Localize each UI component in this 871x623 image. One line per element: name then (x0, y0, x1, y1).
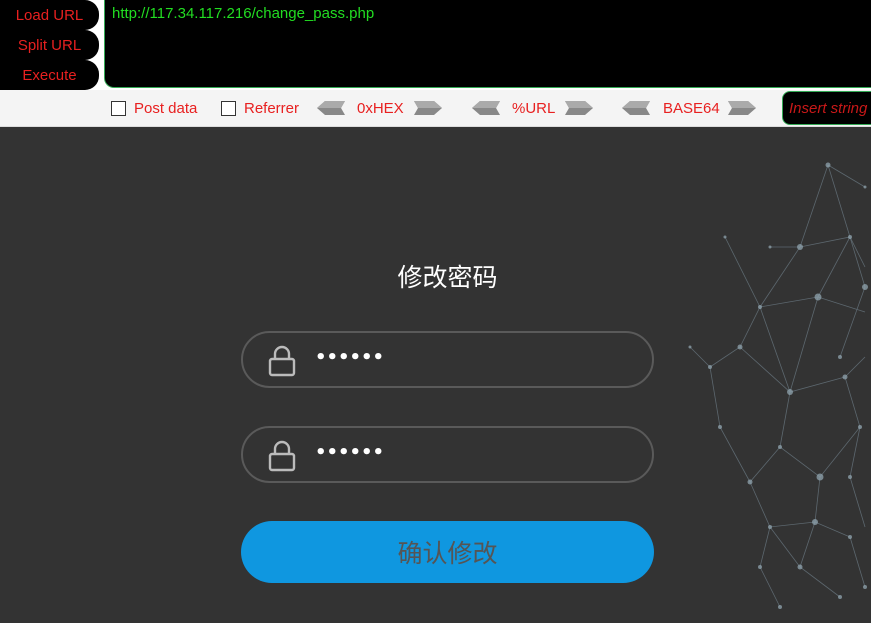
checkbox-box[interactable] (111, 101, 126, 116)
post-data-checkbox[interactable]: Post data (111, 90, 197, 127)
base64-decode-arrow-icon[interactable] (622, 101, 650, 115)
url-textarea[interactable]: http://117.34.117.216/change_pass.php (104, 0, 871, 88)
insert-string-field[interactable]: Insert string (782, 91, 871, 125)
checkbox-box[interactable] (221, 101, 236, 116)
hackbar-toolbar: Post data Referrer 0xHEX %URL BASE64 Ins… (0, 90, 871, 127)
base64-encode-arrow-icon[interactable] (728, 101, 756, 115)
url-encode-label: %URL (512, 100, 556, 117)
hex-label: 0xHEX (357, 100, 404, 117)
hex-encode-arrow-icon[interactable] (414, 101, 442, 115)
split-url-button[interactable]: Split URL (0, 30, 99, 60)
password-mask: •••••• (315, 347, 385, 368)
page-title: 修改密码 (397, 263, 498, 292)
referrer-checkbox[interactable]: Referrer (221, 90, 299, 127)
base64-label: BASE64 (663, 100, 720, 117)
lock-icon (268, 345, 296, 377)
url-encode-arrow-icon[interactable] (565, 101, 593, 115)
confirm-change-button[interactable]: 确认修改 (241, 521, 654, 583)
password-mask: •••••• (315, 442, 385, 463)
hackbar-button-column: Load URL Split URL Execute (0, 0, 100, 90)
confirm-password-input[interactable]: •••••• (241, 426, 654, 483)
lock-icon (268, 440, 296, 472)
new-password-input[interactable]: •••••• (241, 331, 654, 388)
load-url-button[interactable]: Load URL (0, 0, 99, 30)
hex-decode-arrow-icon[interactable] (317, 101, 345, 115)
network-background-graphic (688, 162, 868, 609)
execute-button[interactable]: Execute (0, 60, 99, 90)
hackbar-panel: Load URL Split URL Execute http://117.34… (0, 0, 871, 90)
url-decode-arrow-icon[interactable] (472, 101, 500, 115)
